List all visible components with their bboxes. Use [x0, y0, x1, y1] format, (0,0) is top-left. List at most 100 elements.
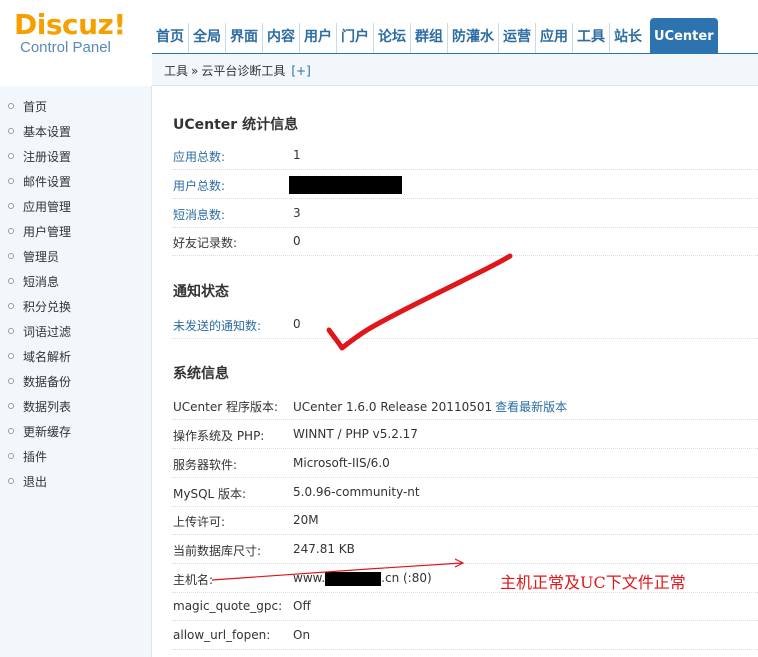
- version-text: UCenter 1.6.0 Release 20110501: [293, 400, 493, 414]
- sidebar-item-plugins[interactable]: 插件: [8, 447, 47, 465]
- bullet-icon: [8, 278, 14, 284]
- notice-section-title: 通知状态: [173, 284, 229, 300]
- sidebar-item-word-filter[interactable]: 词语过滤: [8, 322, 71, 340]
- sysinfo-row-os-php: 操作系统及 PHP: WINNT / PHP v5.2.17: [172, 421, 758, 449]
- row-label[interactable]: 应用总数:: [173, 148, 225, 165]
- sidebar-item-logout[interactable]: 退出: [8, 472, 47, 490]
- add-shortcut-button[interactable]: [+]: [291, 64, 310, 78]
- sidebar-item-label: 积分兑换: [23, 299, 72, 314]
- row-label[interactable]: 未发送的通知数:: [173, 317, 261, 334]
- sysinfo-row-mysql: MySQL 版本: 5.0.96-community-nt: [172, 479, 758, 507]
- row-label: 主机名:: [173, 573, 214, 587]
- sidebar: 首页 基本设置 注册设置 邮件设置 应用管理 用户管理 管理员 短消息 积分兑换…: [0, 86, 152, 657]
- nav-interface[interactable]: 界面: [226, 23, 263, 53]
- row-label[interactable]: 用户总数:: [173, 177, 225, 194]
- sidebar-item-domain-resolution[interactable]: 域名解析: [8, 347, 71, 365]
- row-value: Microsoft-IIS/6.0: [293, 456, 390, 470]
- sidebar-item-label: 插件: [23, 449, 48, 464]
- bullet-icon: [8, 453, 14, 459]
- row-label: 操作系统及 PHP:: [173, 429, 265, 443]
- hostname-suffix: .cn (:80): [381, 571, 432, 585]
- stats-row-app-count: 应用总数: 1: [172, 142, 758, 170]
- row-label: 当前数据库尺寸:: [173, 544, 262, 558]
- header: Discuz! Control Panel 首页 全局 界面 内容 用户 门户 …: [0, 0, 758, 56]
- sidebar-item-basic-settings[interactable]: 基本设置: [8, 122, 71, 140]
- hostname-prefix: www.: [293, 571, 326, 585]
- sidebar-item-credit-exchange[interactable]: 积分兑换: [8, 297, 71, 315]
- nav-ucenter[interactable]: UCenter: [650, 18, 718, 53]
- bullet-icon: [8, 253, 14, 259]
- check-latest-version-link[interactable]: 查看最新版本: [495, 400, 567, 414]
- nav-webmaster[interactable]: 站长: [610, 23, 646, 53]
- nav-groups[interactable]: 群组: [411, 23, 448, 53]
- sidebar-item-messages[interactable]: 短消息: [8, 272, 59, 290]
- nav-portal[interactable]: 门户: [337, 23, 374, 53]
- row-value: 0: [293, 317, 301, 331]
- nav-forum[interactable]: 论坛: [374, 23, 411, 53]
- row-value: WINNT / PHP v5.2.17: [293, 427, 418, 441]
- row-value: 3: [293, 206, 301, 220]
- nav-home[interactable]: 首页: [152, 23, 189, 53]
- sidebar-item-label: 短消息: [23, 274, 60, 289]
- sidebar-item-label: 退出: [23, 474, 48, 489]
- sidebar-item-mail-settings[interactable]: 邮件设置: [8, 172, 71, 190]
- sysinfo-row-url-fopen: allow_url_fopen: On: [172, 622, 758, 650]
- bullet-icon: [8, 103, 14, 109]
- row-value: 20M: [293, 513, 319, 527]
- bullet-icon: [8, 428, 14, 434]
- sysinfo-row-version: UCenter 程序版本: UCenter 1.6.0 Release 2011…: [172, 392, 758, 420]
- breadcrumb-bar: 工具» 云平台诊断工具 [+]: [152, 54, 758, 86]
- sidebar-item-label: 邮件设置: [23, 174, 72, 189]
- bullet-icon: [8, 203, 14, 209]
- row-value: www. .cn (:80): [293, 571, 432, 586]
- redacted-value: [325, 571, 382, 586]
- row-label: 好友记录数:: [173, 236, 238, 250]
- sidebar-item-label: 词语过滤: [23, 324, 72, 339]
- bullet-icon: [8, 128, 14, 134]
- sysinfo-section-title: 系统信息: [173, 366, 229, 382]
- bullet-icon: [8, 353, 14, 359]
- sidebar-item-label: 注册设置: [23, 149, 72, 164]
- sidebar-item-user-management[interactable]: 用户管理: [8, 222, 71, 240]
- discuz-logo[interactable]: Discuz! Control Panel: [14, 10, 154, 56]
- nav-users[interactable]: 用户: [300, 23, 337, 53]
- row-value: [289, 176, 402, 194]
- breadcrumb-separator: »: [191, 64, 199, 78]
- bullet-icon: [8, 153, 14, 159]
- sidebar-item-label: 用户管理: [23, 224, 72, 239]
- sysinfo-row-server-software: 服务器软件: Microsoft-IIS/6.0: [172, 450, 758, 478]
- sidebar-item-data-list[interactable]: 数据列表: [8, 397, 71, 415]
- sidebar-item-label: 数据列表: [23, 399, 72, 414]
- sidebar-item-data-backup[interactable]: 数据备份: [8, 372, 71, 390]
- nav-antispam[interactable]: 防灌水: [448, 23, 499, 53]
- sidebar-item-app-management[interactable]: 应用管理: [8, 197, 71, 215]
- logo-subtitle: Control Panel: [20, 39, 111, 56]
- nav-tools[interactable]: 工具: [573, 23, 610, 53]
- row-value: UCenter 1.6.0 Release 20110501 查看最新版本: [293, 398, 567, 415]
- breadcrumb-root[interactable]: 工具: [164, 64, 188, 78]
- sysinfo-row-upload-limit: 上传许可: 20M: [172, 507, 758, 535]
- nav-operations[interactable]: 运营: [499, 23, 536, 53]
- nav-apps[interactable]: 应用: [536, 23, 573, 53]
- redacted-value: [289, 176, 402, 194]
- nav-global[interactable]: 全局: [189, 23, 226, 53]
- sidebar-item-update-cache[interactable]: 更新缓存: [8, 422, 71, 440]
- row-value: 247.81 KB: [293, 542, 355, 556]
- sysinfo-row-db-size: 当前数据库尺寸: 247.81 KB: [172, 536, 758, 564]
- sidebar-item-register-settings[interactable]: 注册设置: [8, 147, 71, 165]
- row-value: 0: [293, 234, 301, 248]
- stats-row-user-count: 用户总数:: [172, 171, 758, 199]
- sidebar-item-admins[interactable]: 管理员: [8, 247, 59, 265]
- stats-section-title: UCenter 统计信息: [173, 117, 299, 133]
- row-label[interactable]: 短消息数:: [173, 206, 225, 223]
- row-label: UCenter 程序版本:: [173, 400, 279, 414]
- bullet-icon: [8, 478, 14, 484]
- nav-content[interactable]: 内容: [263, 23, 300, 53]
- sidebar-item-label: 应用管理: [23, 199, 72, 214]
- bullet-icon: [8, 303, 14, 309]
- sidebar-item-home[interactable]: 首页: [8, 97, 47, 115]
- row-value: Off: [293, 599, 311, 613]
- row-label: 上传许可:: [173, 515, 226, 529]
- sidebar-item-label: 管理员: [23, 249, 60, 264]
- sidebar-item-label: 首页: [23, 99, 48, 114]
